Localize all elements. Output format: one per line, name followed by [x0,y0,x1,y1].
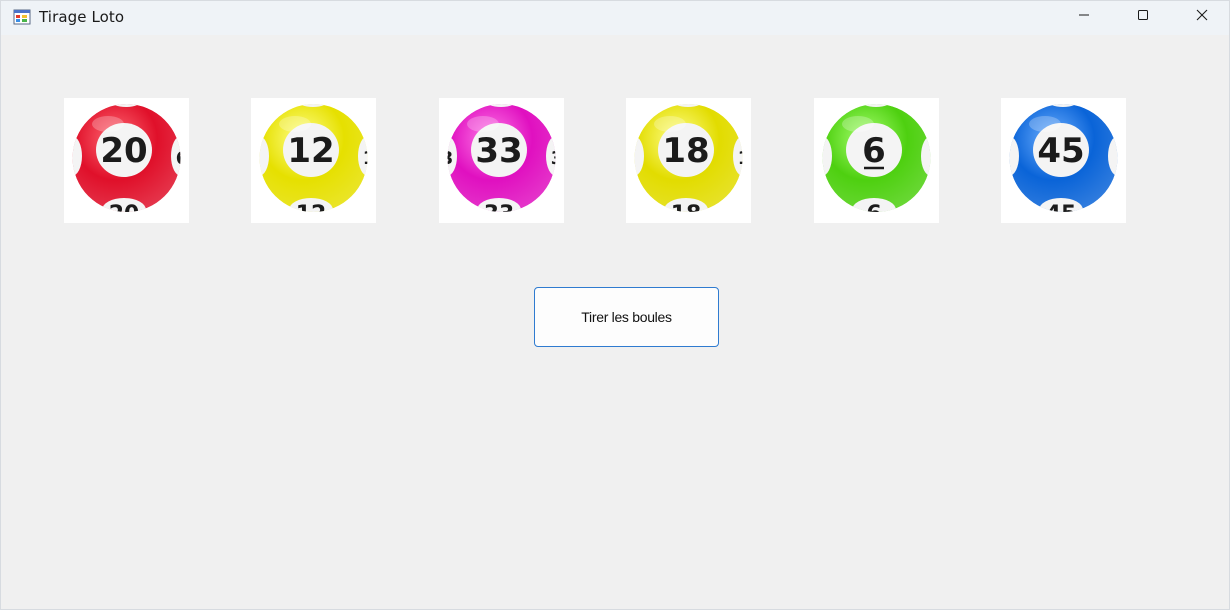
ball-bottom-number: 12 [296,202,327,223]
ball-number: 6 [862,131,886,171]
lotto-ball-image: 18 18 1 [634,104,751,223]
lotto-ball-4: 18 18 1 [626,98,751,223]
ball-gloss [279,116,311,132]
ball-number: 12 [287,131,334,171]
close-button[interactable] [1173,1,1229,33]
ball-gloss [92,116,124,132]
main-window: Tirage Loto 20 20 6 12 12 1 33 33 3 3 18 18 1 6 6 45 45 … [0,0,1230,610]
lotto-ball-image: 20 20 6 [72,104,189,223]
lotto-ball-5: 66 [814,98,939,223]
ball-side-number: 3 [441,148,454,169]
lotto-ball-image: 333333 [441,104,564,223]
ball-side-number: 3 [551,148,564,169]
minimize-button[interactable] [1055,1,1113,33]
ball-gloss [467,116,499,132]
ball-number: 33 [475,131,522,171]
ball-gloss [1029,116,1061,132]
ball-gloss [654,116,686,132]
minimize-icon [1078,8,1090,26]
lotto-ball-1: 20 20 6 [64,98,189,223]
ball-number: 20 [100,131,147,171]
lotto-ball-image: 66 [822,104,931,223]
lotto-ball-image: 12 12 1 [259,104,376,223]
ball-side-number: 6 [176,148,189,169]
ball-number: 18 [662,131,709,171]
lotto-ball-6: 45 45 [1001,98,1126,223]
draw-balls-button[interactable]: Tirer les boules [534,287,719,347]
window-title: Tirage Loto [39,8,125,26]
ball-bottom-number: 20 [109,202,140,223]
lotto-ball-2: 12 12 1 [251,98,376,223]
ball-bottom-number: 6 [866,202,881,223]
ball-side-number: 1 [363,148,376,169]
ball-side-number: 1 [738,148,751,169]
title-bar[interactable]: Tirage Loto [1,1,1229,35]
lotto-ball-image: 45 45 [1009,104,1118,223]
ball-gloss [842,116,874,132]
close-icon [1196,8,1208,26]
maximize-icon [1137,8,1149,26]
ball-bottom-number: 33 [484,202,515,223]
app-form-icon [13,8,31,26]
ball-number: 45 [1037,131,1084,171]
lotto-ball-3: 33 33 3 3 [439,98,564,223]
ball-bottom-number: 18 [671,202,702,223]
maximize-button[interactable] [1114,1,1172,33]
ball-bottom-number: 45 [1046,202,1077,223]
